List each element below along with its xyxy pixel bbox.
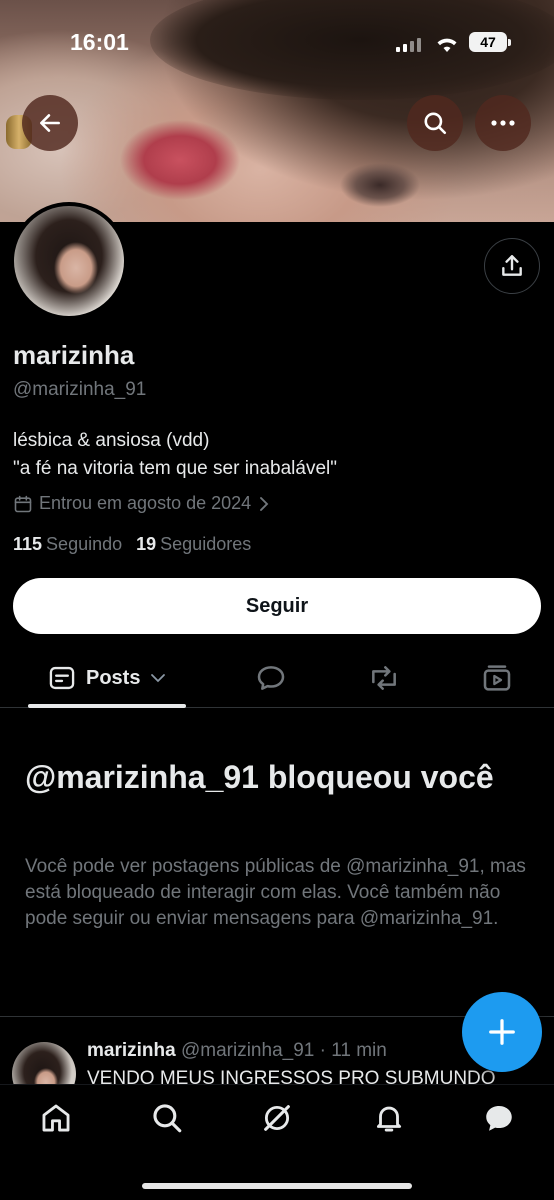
chevron-right-icon <box>260 496 269 511</box>
search-icon <box>424 112 447 135</box>
tab-replies[interactable] <box>254 661 288 695</box>
nav-grok[interactable] <box>258 1099 296 1137</box>
wifi-icon <box>437 38 457 52</box>
following-label: Seguindo <box>46 534 123 554</box>
tab-reposts[interactable] <box>367 661 401 695</box>
cellular-signal-icon <box>396 36 421 52</box>
bio-line-1: lésbica & ansiosa (vdd) <box>13 430 210 451</box>
joined-date[interactable]: Entrou em agosto de 2024 <box>13 493 271 514</box>
bell-icon <box>376 1106 402 1132</box>
tweet-author-name[interactable]: marizinha <box>87 1040 176 1061</box>
joined-label: Entrou em agosto de 2024 <box>39 493 252 513</box>
avatar-image <box>14 206 124 316</box>
tweet-text[interactable]: VENDO MEUS INGRESSOS PRO SUBMUNDO <box>87 1068 527 1084</box>
more-button[interactable] <box>475 95 531 151</box>
nav-notifications[interactable] <box>370 1099 408 1137</box>
plus-icon <box>489 1019 515 1045</box>
status-bar: 16:01 47 <box>0 24 554 60</box>
followers-label: Seguidores <box>160 534 252 554</box>
tweet-text-content: VENDO MEUS INGRESSOS PRO SUBMUNDO <box>87 1068 496 1084</box>
profile-tabs: Posts <box>0 648 554 708</box>
home-indicator <box>142 1183 412 1189</box>
calendar-icon <box>14 495 32 512</box>
status-time: 16:01 <box>70 29 129 55</box>
bio-line-2: "a fé na vitoria tem que ser inabalável" <box>13 458 338 479</box>
chevron-down-icon <box>151 674 166 683</box>
tweet-meta: @marizinha_91 · 11 min <box>180 1040 387 1061</box>
profile-name: marizinha <box>13 340 135 370</box>
repost-icon <box>372 666 396 690</box>
arrow-left-icon <box>40 114 60 132</box>
media-icon <box>483 665 511 691</box>
speech-bubble-icon <box>257 666 285 690</box>
tab-posts-label: Posts <box>86 666 141 689</box>
blocked-title: @marizinha_91 bloqueou você <box>25 759 494 795</box>
share-button[interactable] <box>484 238 540 294</box>
search-button[interactable] <box>407 95 463 151</box>
back-button[interactable] <box>22 95 78 151</box>
following-count: 115 <box>13 534 43 554</box>
profile-avatar[interactable] <box>10 202 128 320</box>
compose-button[interactable] <box>462 992 542 1072</box>
nav-home[interactable] <box>37 1099 75 1137</box>
share-icon <box>502 255 522 276</box>
more-icon <box>491 120 515 126</box>
search-icon <box>153 1104 182 1133</box>
profile-bio: lésbica & ansiosa (vdd) "a fé na vitoria… <box>13 427 337 483</box>
grok-icon <box>264 1105 290 1131</box>
home-icon <box>42 1104 70 1132</box>
followers-count: 19 <box>136 534 157 554</box>
active-tab-indicator <box>28 704 186 708</box>
tab-media[interactable] <box>480 661 514 695</box>
nav-explore[interactable] <box>148 1099 186 1137</box>
nav-messages[interactable] <box>480 1099 518 1137</box>
blocked-description: Você pode ver postagens públicas de @mar… <box>25 856 526 929</box>
chat-icon <box>486 1105 512 1131</box>
follow-button[interactable]: Seguir <box>13 578 541 634</box>
profile-handle: @marizinha_91 <box>13 379 147 400</box>
tweet-header: marizinha @marizinha_91 · 11 min <box>87 1040 387 1062</box>
follow-stats: 115 Seguindo 19 Seguidores <box>13 534 251 555</box>
battery-indicator: 47 <box>469 32 511 52</box>
tab-posts[interactable]: Posts <box>28 648 186 708</box>
posts-icon <box>49 666 75 690</box>
followers-link[interactable]: 19 Seguidores <box>136 534 251 555</box>
following-link[interactable]: 115 Seguindo <box>13 534 122 555</box>
